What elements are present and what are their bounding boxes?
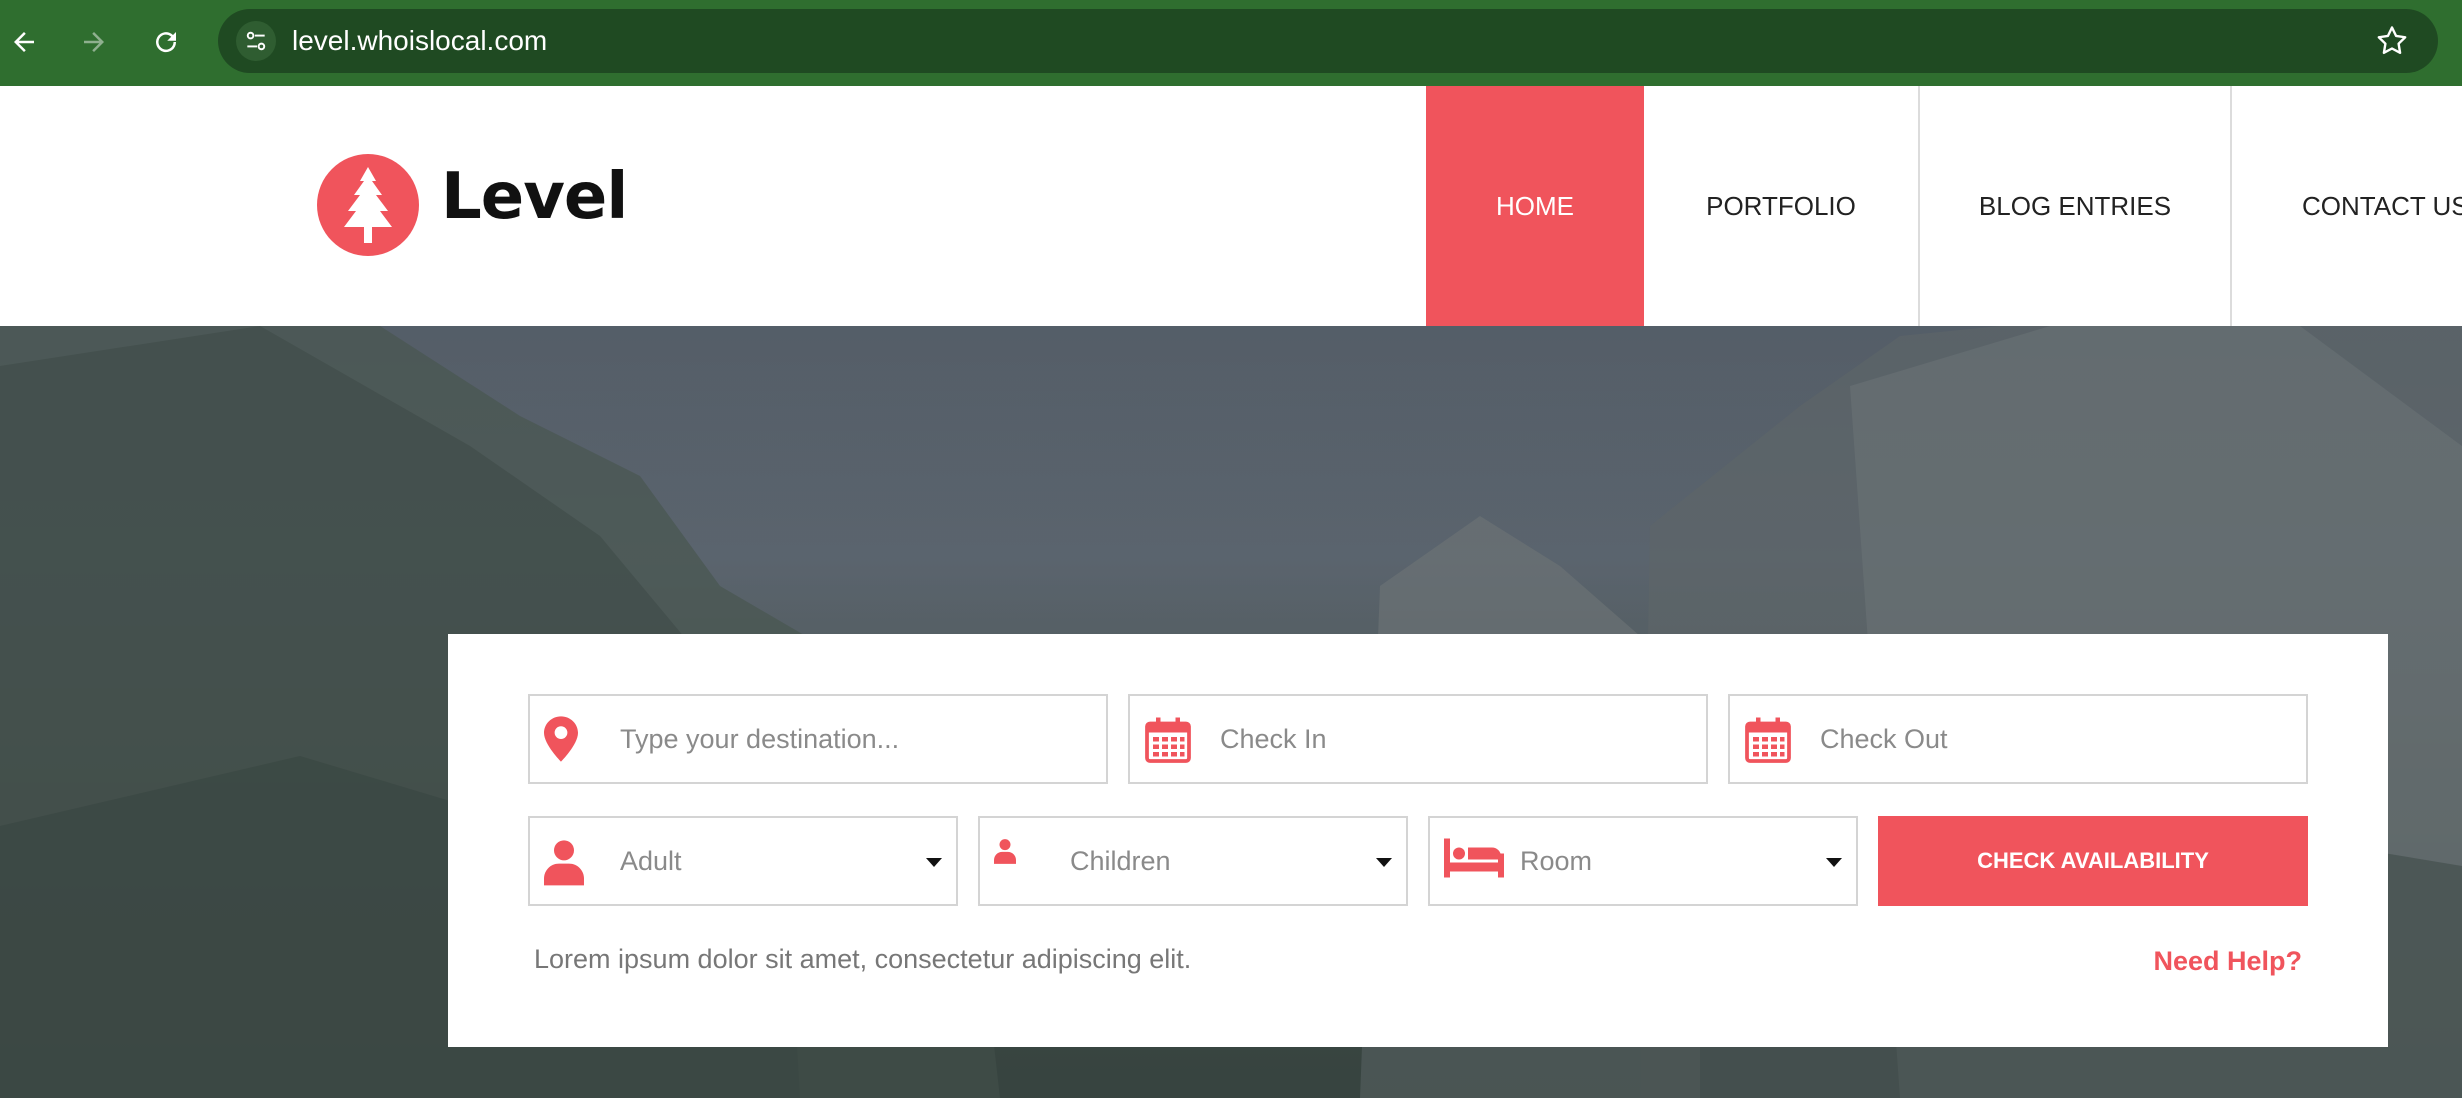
site-settings-icon[interactable] xyxy=(236,21,276,61)
location-pin-icon xyxy=(544,716,594,766)
need-help-link[interactable]: Need Help? xyxy=(2153,946,2302,977)
child-icon xyxy=(994,838,1044,888)
nav-portfolio[interactable]: PORTFOLIO xyxy=(1644,86,1920,326)
nav-home[interactable]: HOME xyxy=(1426,86,1644,326)
check-out-field[interactable]: Check Out xyxy=(1728,694,2308,784)
room-value: Room xyxy=(1520,846,1593,876)
adult-select[interactable]: Adult xyxy=(528,816,958,906)
reload-icon[interactable] xyxy=(142,18,190,66)
adult-value: Adult xyxy=(620,846,682,876)
check-in-field[interactable]: Check In xyxy=(1128,694,1708,784)
logo-text[interactable]: Level xyxy=(441,160,628,234)
chevron-down-icon[interactable] xyxy=(1826,858,1842,867)
room-select[interactable]: Room xyxy=(1428,816,1858,906)
back-arrow-icon[interactable] xyxy=(0,18,48,66)
nav-blog-entries[interactable]: BLOG ENTRIES xyxy=(1920,86,2232,326)
destination-field[interactable]: Type your destination... xyxy=(528,694,1108,784)
children-value: Children xyxy=(1070,846,1171,876)
destination-placeholder: Type your destination... xyxy=(620,724,900,754)
site-header: Level HOME PORTFOLIO BLOG ENTRIES CONTAC… xyxy=(0,86,2462,326)
check-out-placeholder: Check Out xyxy=(1820,724,1948,754)
calendar-icon xyxy=(1744,716,1794,766)
tree-logo-icon[interactable] xyxy=(317,154,419,256)
url-text[interactable]: level.whoislocal.com xyxy=(292,9,547,73)
chevron-down-icon[interactable] xyxy=(926,858,942,867)
address-bar[interactable]: level.whoislocal.com xyxy=(218,9,2438,73)
nav-contact-us[interactable]: CONTACT US xyxy=(2232,86,2462,326)
children-select[interactable]: Children xyxy=(978,816,1408,906)
search-tagline: Lorem ipsum dolor sit amet, consectetur … xyxy=(534,944,1192,974)
main-nav: HOME PORTFOLIO BLOG ENTRIES CONTACT US xyxy=(1426,86,2462,326)
bed-icon xyxy=(1444,838,1508,888)
check-availability-button[interactable]: CHECK AVAILABILITY xyxy=(1878,816,2308,906)
person-icon xyxy=(544,838,594,888)
hero-banner: Type your destination... Check In Check … xyxy=(0,326,2462,1098)
calendar-icon xyxy=(1144,716,1194,766)
booking-search-card: Type your destination... Check In Check … xyxy=(448,634,2388,1047)
browser-toolbar: level.whoislocal.com xyxy=(0,0,2462,86)
forward-arrow-icon[interactable] xyxy=(70,18,118,66)
bookmark-star-icon[interactable] xyxy=(2374,23,2410,59)
check-in-placeholder: Check In xyxy=(1220,724,1327,754)
chevron-down-icon[interactable] xyxy=(1376,858,1392,867)
